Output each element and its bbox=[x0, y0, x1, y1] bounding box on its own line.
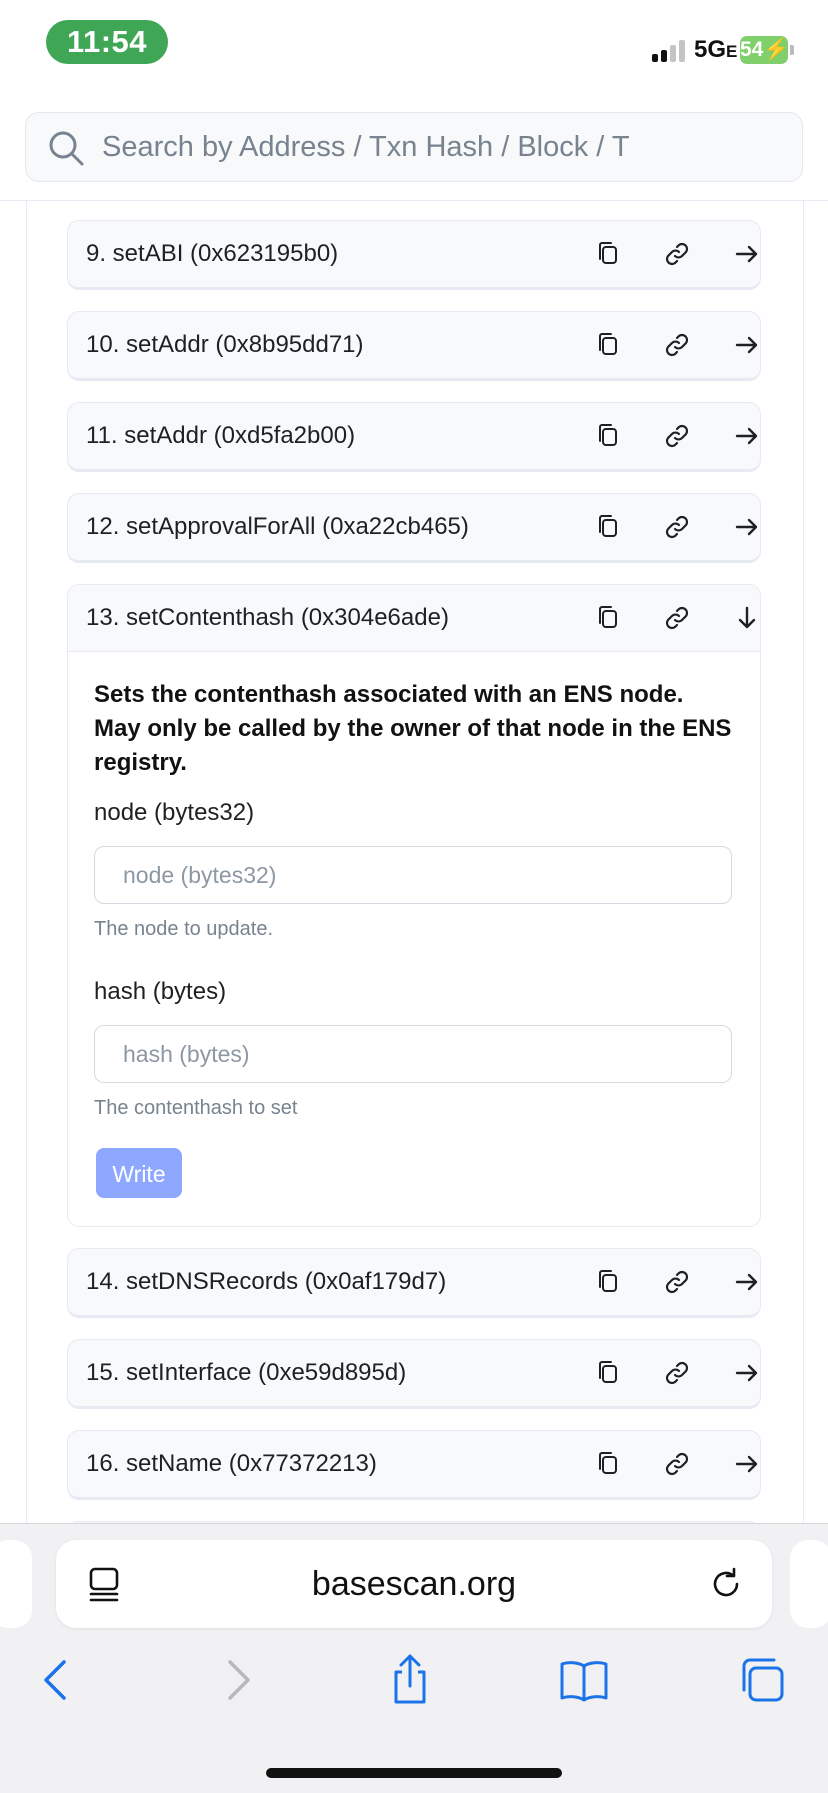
next-tab-preview[interactable] bbox=[790, 1540, 828, 1628]
write-button[interactable]: Write bbox=[96, 1148, 182, 1198]
arrow-down-icon[interactable] bbox=[732, 603, 760, 633]
function-item[interactable]: 12. setApprovalForAll (0xa22cb465) bbox=[67, 493, 761, 563]
contract-write-panel: 9. setABI (0x623195b0) 10. setAddr (0x8b… bbox=[26, 201, 804, 1523]
status-bar: 11:54 5GE 54⚡ bbox=[0, 0, 828, 96]
battery-icon: 54⚡ bbox=[740, 36, 790, 64]
home-indicator bbox=[266, 1768, 562, 1778]
arrow-right-icon[interactable] bbox=[732, 1267, 760, 1297]
arrow-right-icon[interactable] bbox=[732, 1449, 760, 1479]
function-header[interactable]: 16. setName (0x77372213) bbox=[68, 1431, 760, 1497]
function-list: 9. setABI (0x623195b0) 10. setAddr (0x8b… bbox=[67, 220, 761, 1523]
param-label-node: node (bytes32) bbox=[94, 799, 255, 826]
function-title[interactable]: 9. setABI (0x623195b0) bbox=[86, 221, 338, 287]
previous-tab-preview[interactable] bbox=[0, 1540, 32, 1628]
address-bar[interactable]: basescan.org bbox=[56, 1540, 772, 1628]
function-header[interactable]: 15. setInterface (0xe59d895d) bbox=[68, 1340, 760, 1406]
arrow-right-icon[interactable] bbox=[732, 239, 760, 269]
function-body: Sets the contenthash associated with an … bbox=[68, 652, 760, 1226]
link-icon[interactable] bbox=[662, 603, 692, 633]
cellular-signal-icon bbox=[652, 38, 692, 62]
link-icon[interactable] bbox=[662, 421, 692, 451]
function-item[interactable]: 14. setDNSRecords (0x0af179d7) bbox=[67, 1248, 761, 1318]
function-header[interactable]: 13. setContenthash (0x304e6ade) bbox=[68, 585, 760, 652]
network-suffix: E bbox=[726, 42, 738, 61]
param-help-node: The node to update. bbox=[94, 918, 274, 940]
function-item-expanded[interactable]: 13. setContenthash (0x304e6ade) Sets the… bbox=[67, 584, 761, 1227]
copy-icon[interactable] bbox=[594, 239, 624, 269]
function-title[interactable]: 15. setInterface (0xe59d895d) bbox=[86, 1340, 406, 1406]
reload-icon[interactable] bbox=[708, 1566, 744, 1602]
network-type: 5GE bbox=[694, 36, 737, 64]
link-icon[interactable] bbox=[662, 330, 692, 360]
copy-icon[interactable] bbox=[594, 421, 624, 451]
function-title[interactable]: 12. setApprovalForAll (0xa22cb465) bbox=[86, 494, 469, 560]
function-header[interactable]: 12. setApprovalForAll (0xa22cb465) bbox=[68, 494, 760, 560]
function-item[interactable]: 9. setABI (0x623195b0) bbox=[67, 220, 761, 290]
copy-icon[interactable] bbox=[594, 603, 624, 633]
function-item[interactable]: 11. setAddr (0xd5fa2b00) bbox=[67, 402, 761, 472]
copy-icon[interactable] bbox=[594, 330, 624, 360]
function-title[interactable]: 13. setContenthash (0x304e6ade) bbox=[86, 585, 449, 651]
network-label: 5G bbox=[694, 36, 727, 63]
function-header[interactable]: 10. setAddr (0x8b95dd71) bbox=[68, 312, 760, 378]
function-item[interactable]: 16. setName (0x77372213) bbox=[67, 1430, 761, 1500]
function-title[interactable]: 16. setName (0x77372213) bbox=[86, 1431, 377, 1497]
search-placeholder[interactable]: Search by Address / Txn Hash / Block / T bbox=[102, 113, 662, 181]
battery-level: 54 bbox=[740, 38, 764, 61]
bookmarks-icon[interactable] bbox=[558, 1654, 610, 1706]
tabs-icon[interactable] bbox=[736, 1654, 788, 1706]
function-item[interactable]: 10. setAddr (0x8b95dd71) bbox=[67, 311, 761, 381]
hash-input[interactable] bbox=[94, 1025, 732, 1083]
link-icon[interactable] bbox=[662, 1267, 692, 1297]
function-title[interactable]: 10. setAddr (0x8b95dd71) bbox=[86, 312, 364, 378]
link-icon[interactable] bbox=[662, 1449, 692, 1479]
param-help-hash: The contenthash to set bbox=[94, 1097, 298, 1119]
arrow-right-icon[interactable] bbox=[732, 1358, 760, 1388]
browser-toolbar: basescan.org bbox=[0, 1523, 828, 1793]
arrow-right-icon[interactable] bbox=[732, 512, 760, 542]
link-icon[interactable] bbox=[662, 1358, 692, 1388]
function-title[interactable]: 11. setAddr (0xd5fa2b00) bbox=[86, 403, 355, 469]
function-item[interactable]: 15. setInterface (0xe59d895d) bbox=[67, 1339, 761, 1409]
status-time: 11:54 bbox=[46, 20, 168, 64]
copy-icon[interactable] bbox=[594, 1267, 624, 1297]
copy-icon[interactable] bbox=[594, 512, 624, 542]
function-header[interactable]: 14. setDNSRecords (0x0af179d7) bbox=[68, 1249, 760, 1315]
function-header[interactable]: 9. setABI (0x623195b0) bbox=[68, 221, 760, 287]
function-header[interactable]: 11. setAddr (0xd5fa2b00) bbox=[68, 403, 760, 469]
battery-nub bbox=[790, 45, 794, 55]
node-input[interactable] bbox=[94, 846, 732, 904]
back-icon[interactable] bbox=[32, 1654, 84, 1706]
param-label-hash: hash (bytes) bbox=[94, 978, 227, 1005]
search-icon bbox=[49, 131, 84, 166]
url-text[interactable]: basescan.org bbox=[56, 1540, 772, 1628]
share-icon[interactable] bbox=[384, 1654, 436, 1706]
arrow-right-icon[interactable] bbox=[732, 421, 760, 451]
link-icon[interactable] bbox=[662, 239, 692, 269]
forward-icon[interactable] bbox=[210, 1654, 262, 1706]
function-title[interactable]: 14. setDNSRecords (0x0af179d7) bbox=[86, 1249, 446, 1315]
copy-icon[interactable] bbox=[594, 1449, 624, 1479]
function-description: Sets the contenthash associated with an … bbox=[94, 681, 732, 776]
search-bar[interactable]: Search by Address / Txn Hash / Block / T bbox=[25, 112, 803, 182]
copy-icon[interactable] bbox=[594, 1358, 624, 1388]
link-icon[interactable] bbox=[662, 512, 692, 542]
arrow-right-icon[interactable] bbox=[732, 330, 760, 360]
